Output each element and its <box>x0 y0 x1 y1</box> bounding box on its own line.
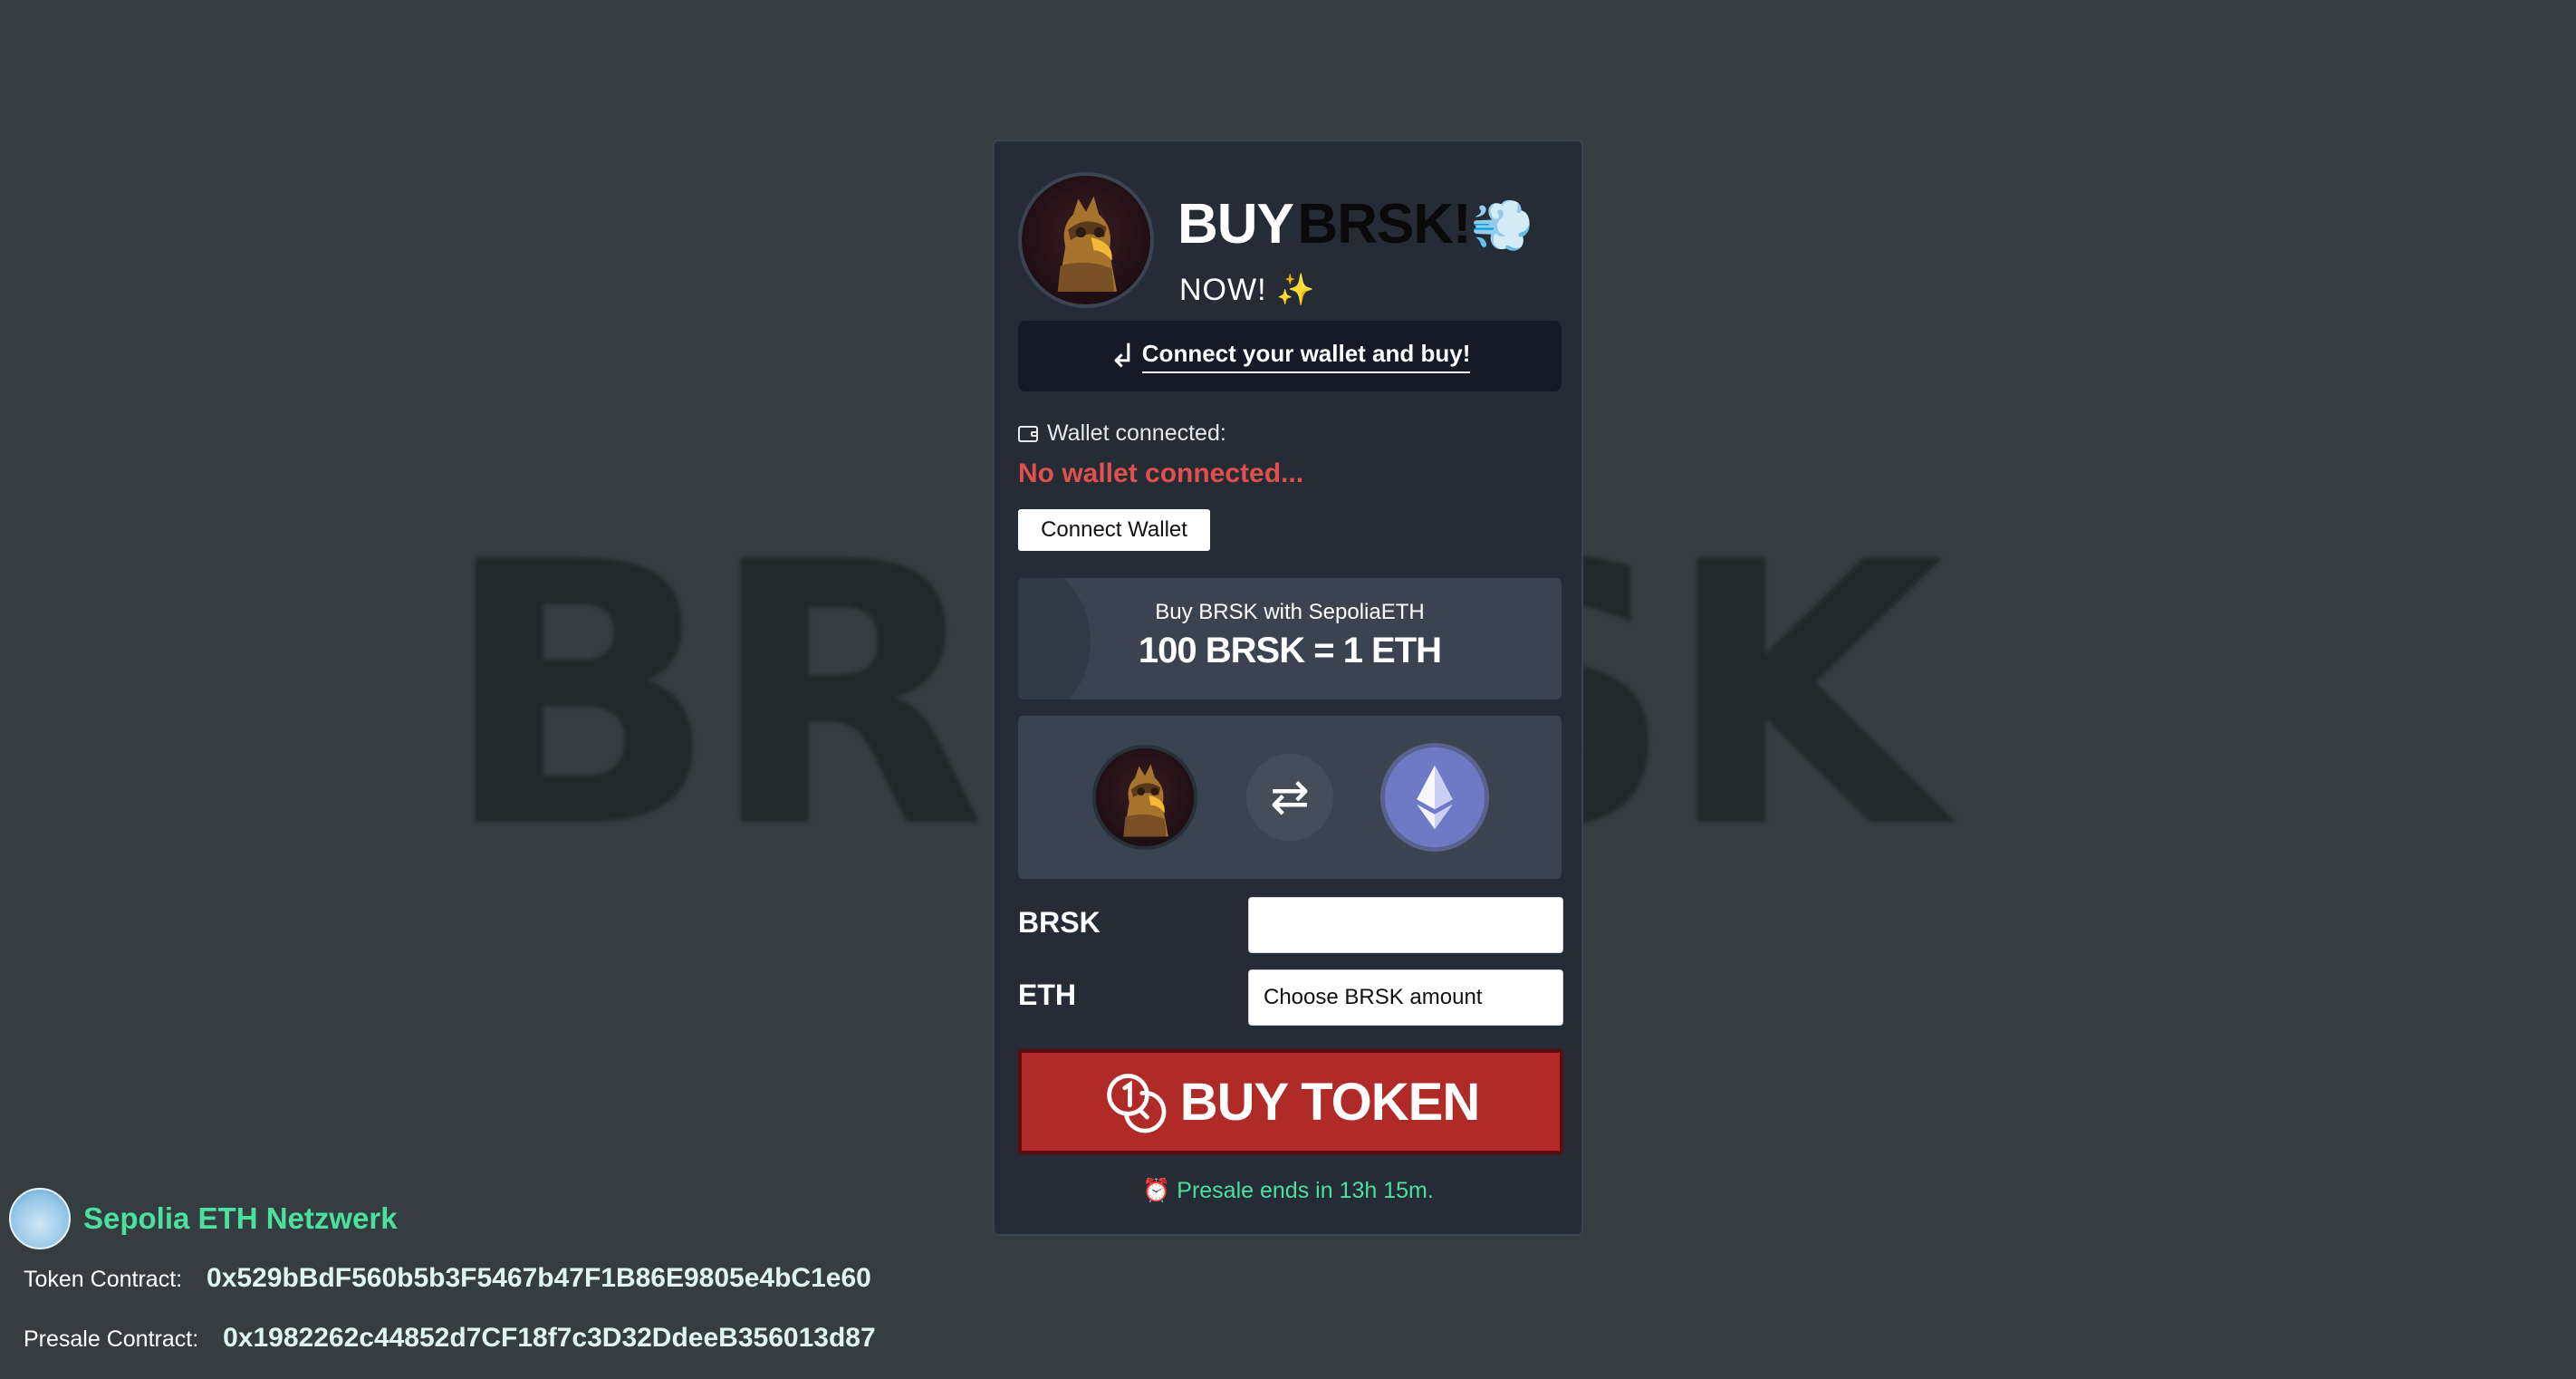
eth-field-label: ETH <box>1018 979 1076 1011</box>
rate-subtitle: Buy BRSK with SepoliaETH <box>1155 600 1425 624</box>
presale-contract-label: Presale Contract: <box>24 1326 199 1352</box>
brsk-token-icon <box>1092 745 1197 850</box>
alarm-clock-icon: ⏰ <box>1142 1178 1171 1203</box>
presale-card: BUY BRSK!💨 NOW! ✨ ↲ Connect your wallet … <box>993 140 1583 1236</box>
exchange-rate: 100 BRSK = 1 ETH <box>1138 631 1442 670</box>
brsk-amount-input[interactable] <box>1248 897 1563 953</box>
eth-amount-input[interactable] <box>1248 969 1563 1026</box>
connect-wallet-banner[interactable]: ↲ Connect your wallet and buy! <box>1018 321 1562 391</box>
card-header: BUY BRSK!💨 NOW! ✨ <box>1018 172 1562 308</box>
wallet-status: No wallet connected... <box>1018 458 1304 488</box>
coins-icon <box>1106 1074 1167 1133</box>
buy-token-button[interactable]: BUY TOKEN <box>1018 1049 1563 1154</box>
brsk-eagle-logo <box>1018 172 1154 308</box>
connect-banner-link[interactable]: Connect your wallet and buy! <box>1141 340 1471 373</box>
swap-panel: ⇄ <box>1018 716 1562 879</box>
presale-countdown: ⏰ Presale ends in 13h 15m. <box>995 1178 1581 1204</box>
swap-arrows-icon[interactable]: ⇄ <box>1246 754 1333 841</box>
network-info: Sepolia ETH Netzwerk <box>9 1187 398 1250</box>
rate-panel: Buy BRSK with SepoliaETH 100 BRSK = 1 ET… <box>1018 578 1562 699</box>
presale-contract-address: 0x1982262c44852d7CF18f7c3D32DdeeB356013d… <box>223 1323 876 1353</box>
return-arrow-icon: ↲ <box>1109 337 1137 374</box>
wallet-label: Wallet connected: <box>1018 420 1226 447</box>
title-token-name: BRSK! <box>1297 193 1471 256</box>
brsk-field-label: BRSK <box>1018 906 1101 939</box>
wallet-label-text: Wallet connected: <box>1047 420 1226 446</box>
subtitle-text: NOW! <box>1179 273 1267 307</box>
page-subtitle: NOW! ✨ <box>1179 272 1315 308</box>
token-contract-address: 0x529bBdF560b5b3F5467b47F1B86E9805e4bC1e… <box>207 1263 871 1293</box>
title-buy: BUY <box>1177 193 1294 256</box>
network-avatar <box>9 1188 71 1249</box>
buy-token-label: BUY TOKEN <box>1179 1072 1480 1132</box>
wallet-icon <box>1018 425 1038 442</box>
presale-contract-row: Presale Contract: 0x1982262c44852d7CF18f… <box>24 1323 876 1354</box>
page-title: BUY BRSK!💨 <box>1177 192 1533 265</box>
presale-text: Presale ends in 13h 15m. <box>1177 1178 1434 1203</box>
ethereum-icon <box>1380 743 1489 852</box>
dash-emoji-icon: 💨 <box>1470 197 1534 254</box>
network-name: Sepolia ETH Netzwerk <box>83 1201 398 1235</box>
token-contract-row: Token Contract: 0x529bBdF560b5b3F5467b47… <box>24 1263 871 1294</box>
connect-wallet-button[interactable]: Connect Wallet <box>1018 509 1210 551</box>
sparkles-icon: ✨ <box>1276 273 1316 307</box>
token-contract-label: Token Contract: <box>24 1267 183 1292</box>
